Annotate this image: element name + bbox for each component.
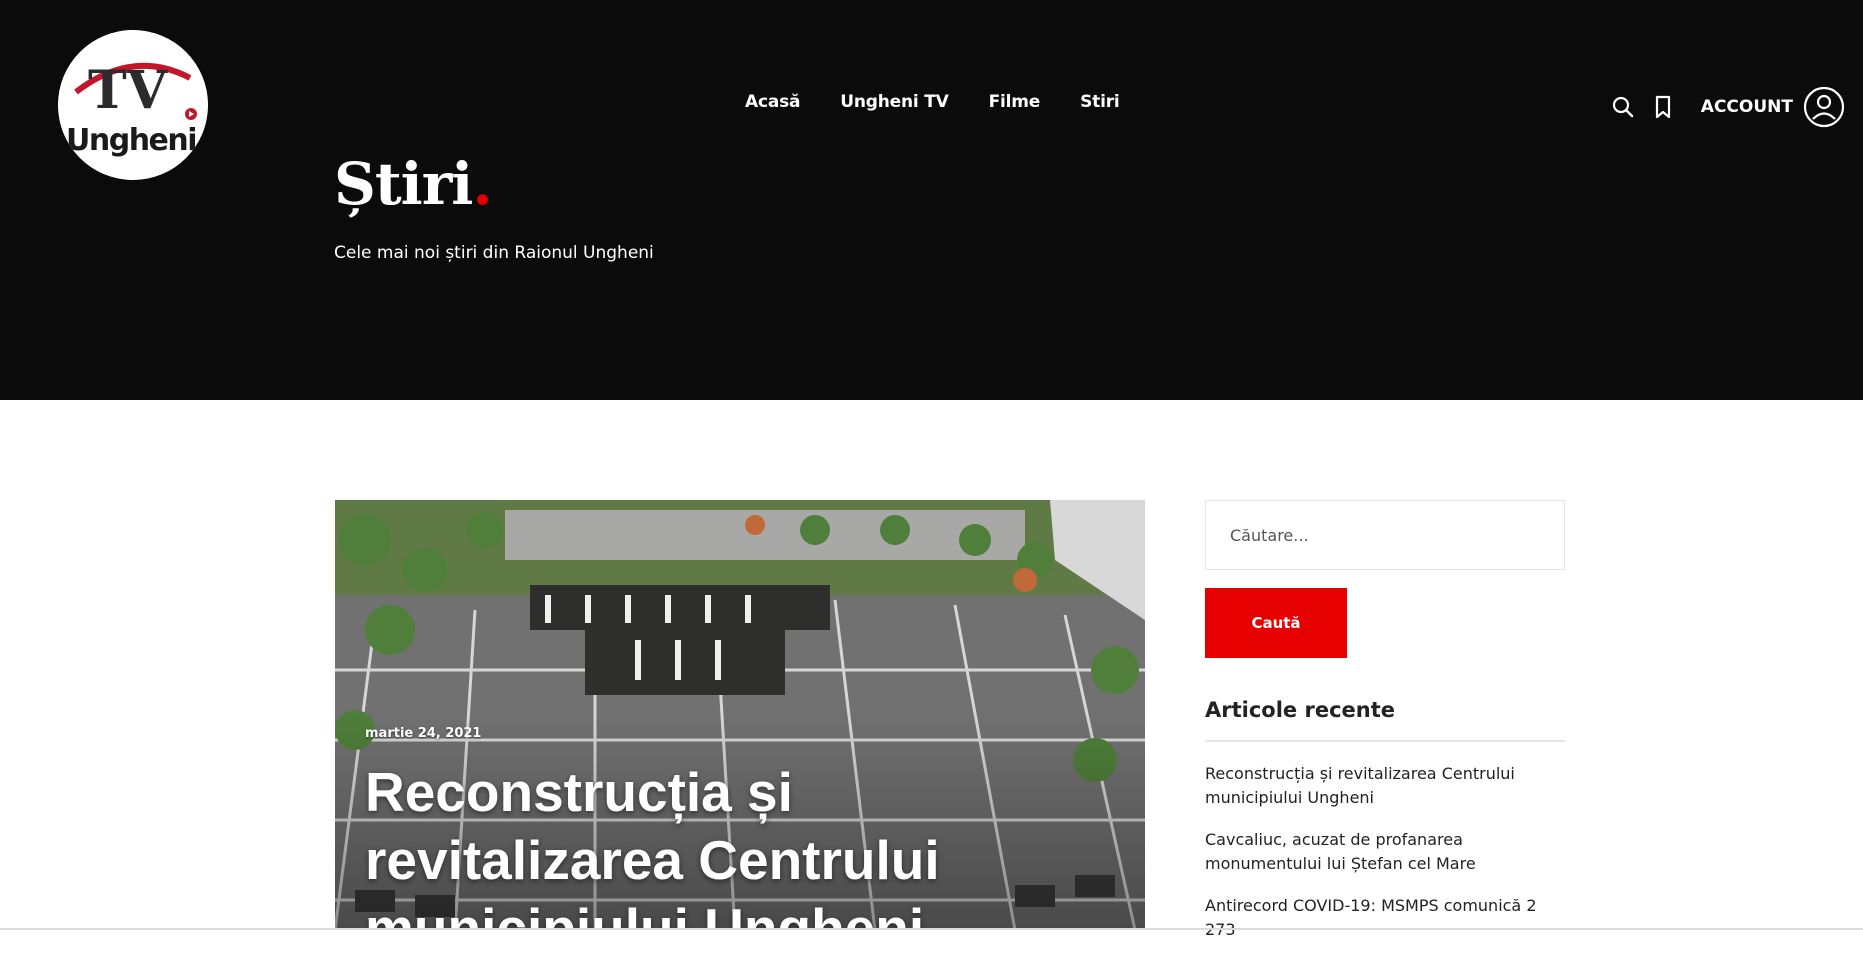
article-title[interactable]: Reconstrucția și revitalizarea Centrului… bbox=[365, 758, 1125, 930]
page-header: TV Ungheni Acasă Ungheni TV Filme Stiri … bbox=[0, 0, 1863, 400]
account-link[interactable]: ACCOUNT bbox=[1701, 97, 1793, 117]
user-circle-icon[interactable] bbox=[1803, 86, 1845, 128]
header-actions: ACCOUNT bbox=[1597, 86, 1845, 128]
recent-article-link[interactable]: Antirecord COVID-19: MSMPS comunică 2 27… bbox=[1205, 894, 1565, 942]
page-subtitle: Cele mai noi știri din Raionul Ungheni bbox=[334, 243, 654, 263]
featured-article-card[interactable]: martie 24, 2021 Reconstrucția și revital… bbox=[335, 500, 1145, 930]
svg-text:TV: TV bbox=[88, 60, 169, 121]
article-date: martie 24, 2021 bbox=[365, 726, 482, 741]
site-logo[interactable]: TV Ungheni bbox=[58, 30, 208, 180]
search-button[interactable]: Caută bbox=[1205, 588, 1347, 658]
recent-article-link[interactable]: Reconstrucția și revitalizarea Centrului… bbox=[1205, 762, 1565, 810]
nav-item-filme[interactable]: Filme bbox=[989, 92, 1041, 112]
page-title-text: Știri bbox=[334, 150, 473, 218]
recent-article-link[interactable]: Cavcaliuc, acuzat de profanarea monument… bbox=[1205, 828, 1565, 876]
recent-articles-list: Reconstrucția și revitalizarea Centrului… bbox=[1205, 762, 1565, 942]
svg-text:Ungheni: Ungheni bbox=[66, 123, 196, 158]
nav-item-ungheni-tv[interactable]: Ungheni TV bbox=[840, 92, 949, 112]
bookmark-icon[interactable] bbox=[1649, 93, 1677, 121]
page-title: Știri. bbox=[334, 150, 493, 218]
recent-articles-heading: Articole recente bbox=[1205, 698, 1565, 742]
title-dot: . bbox=[472, 150, 492, 218]
search-input[interactable] bbox=[1205, 500, 1565, 570]
sidebar: Caută Articole recente Reconstrucția și … bbox=[1205, 500, 1565, 960]
logo-graphic: TV Ungheni bbox=[58, 30, 208, 180]
main-nav: Acasă Ungheni TV Filme Stiri bbox=[745, 92, 1160, 112]
search-icon[interactable] bbox=[1609, 93, 1637, 121]
nav-item-stiri[interactable]: Stiri bbox=[1080, 92, 1120, 112]
nav-item-acasa[interactable]: Acasă bbox=[745, 92, 800, 112]
